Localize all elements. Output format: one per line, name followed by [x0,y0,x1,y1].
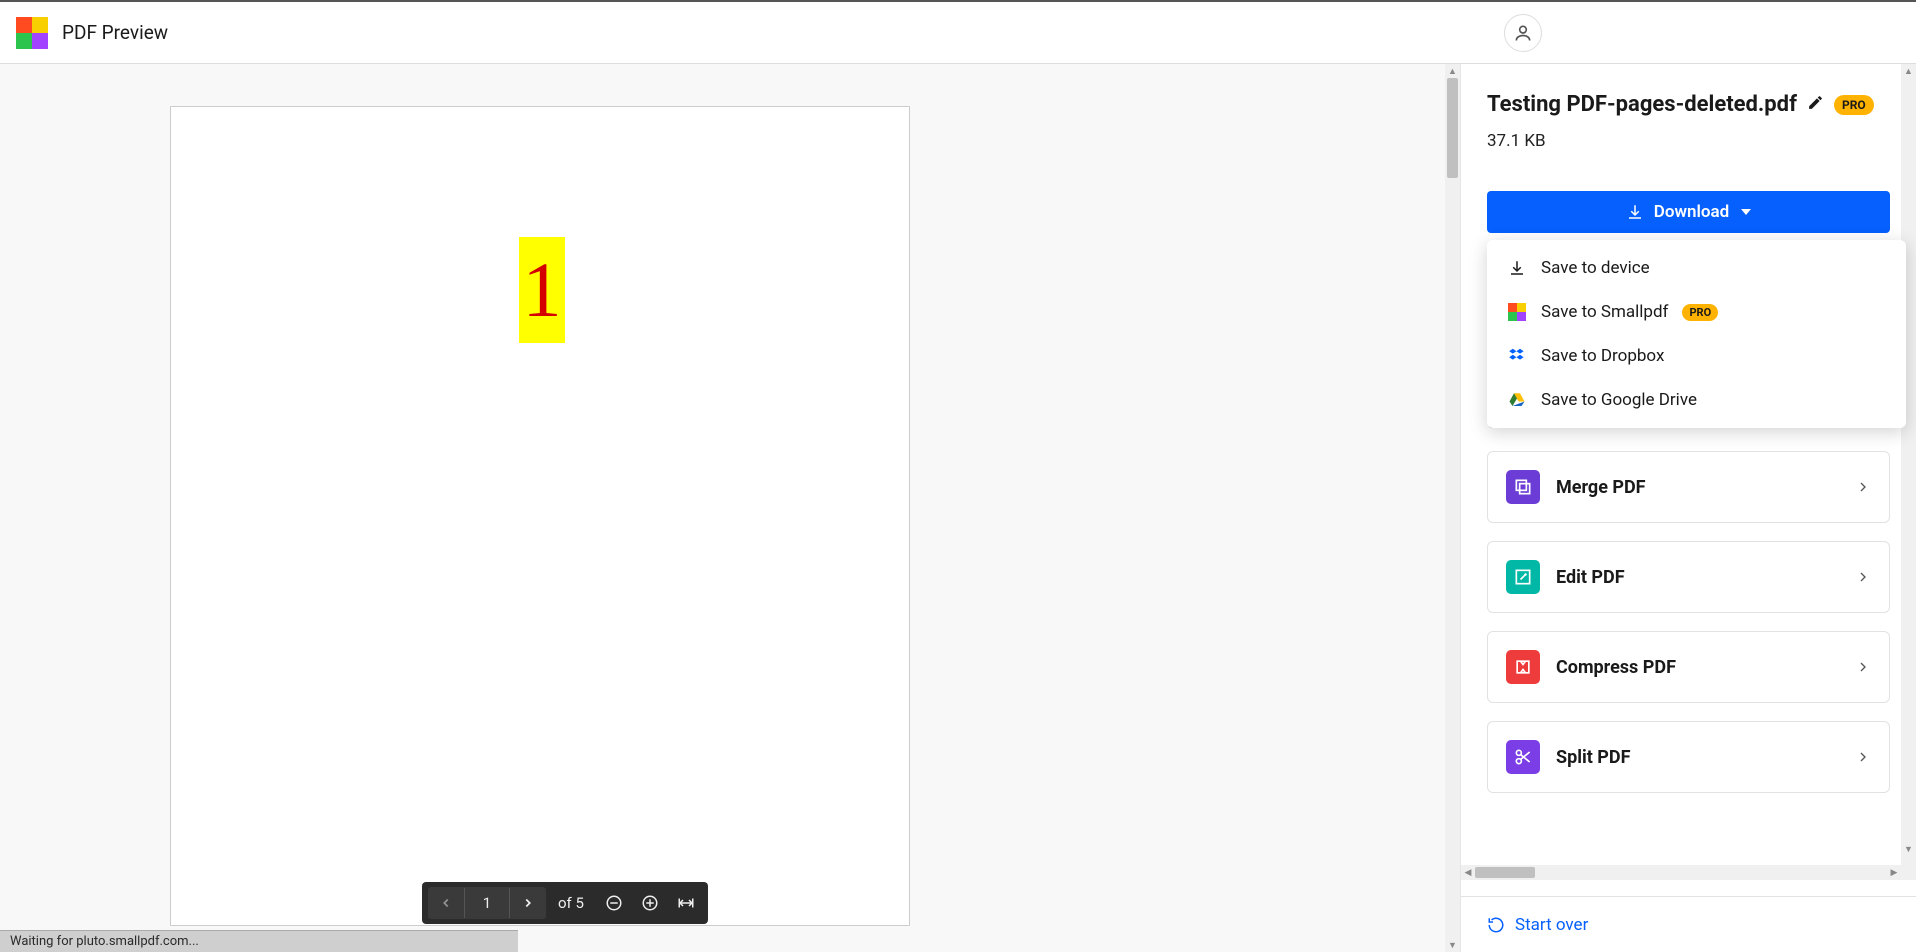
current-page-number[interactable]: 1 [464,888,510,918]
fit-width-icon [676,894,696,912]
smallpdf-logo-icon[interactable] [16,17,48,49]
download-label: Download [1654,202,1729,222]
tool-split-pdf[interactable]: Split PDF [1487,721,1890,793]
dropdown-save-to-device[interactable]: Save to device [1487,246,1906,290]
sidebar-vertical-scrollbar[interactable]: ▲ ▼ [1901,64,1916,880]
tool-compress-pdf[interactable]: Compress PDF [1487,631,1890,703]
browser-status-bar: Waiting for pluto.smallpdf.com... [0,930,518,952]
page-title: PDF Preview [62,21,168,44]
zoom-in-icon [641,894,659,912]
file-title-row: Testing PDF-pages-deleted.pdf PRO [1487,92,1890,117]
chevron-right-icon [1855,749,1871,765]
dropdown-save-to-smallpdf-label: Save to Smallpdf [1541,302,1668,322]
google-drive-icon [1507,390,1527,410]
pdf-preview-area: 1 1 of 5 ▲ [0,64,1461,952]
scrollbar-up-icon[interactable]: ▲ [1445,64,1460,78]
start-over-link[interactable]: Start over [1515,915,1588,935]
chevron-right-icon [1855,479,1871,495]
next-page-button[interactable] [512,887,544,919]
chevron-right-icon [521,896,535,910]
page-content-number: 1 [519,237,565,343]
file-name: Testing PDF-pages-deleted.pdf [1487,92,1797,117]
caret-down-icon [1741,209,1751,215]
tool-split-label: Split PDF [1556,747,1839,768]
zoom-out-button[interactable] [598,887,630,919]
dropdown-save-to-dropbox-label: Save to Dropbox [1541,346,1664,366]
edit-pdf-icon [1506,560,1540,594]
prev-page-button[interactable] [430,887,462,919]
app-header: PDF Preview [0,2,1916,64]
dropdown-save-to-smallpdf[interactable]: Save to Smallpdf PRO [1487,290,1906,334]
user-icon [1513,23,1533,43]
pencil-icon [1807,94,1824,111]
zoom-in-button[interactable] [634,887,666,919]
download-button[interactable]: Download [1487,191,1890,233]
smallpdf-logo-icon [1507,302,1527,322]
page-navigation-toolbar: 1 of 5 [422,882,708,924]
dropbox-icon [1507,346,1527,366]
sidebar-horizontal-scrollbar[interactable]: ◀ ▶ [1461,865,1901,880]
merge-icon [1506,470,1540,504]
scrollbar-down-icon[interactable]: ▼ [1445,938,1460,952]
scrollbar-up-icon[interactable]: ▲ [1901,64,1916,78]
chevron-right-icon [1855,569,1871,585]
download-dropdown: Save to device Save to Smallpdf PRO Save… [1487,240,1906,428]
download-icon [1507,258,1527,278]
pro-badge: PRO [1682,304,1718,321]
pro-badge: PRO [1834,95,1874,115]
chevron-right-icon [1855,659,1871,675]
rename-button[interactable] [1807,94,1824,115]
header-left: PDF Preview [16,17,168,49]
sidebar-inner: Testing PDF-pages-deleted.pdf PRO 37.1 K… [1461,64,1916,793]
account-button[interactable] [1504,14,1542,52]
scrollbar-left-icon[interactable]: ◀ [1461,865,1475,880]
tool-merge-label: Merge PDF [1556,477,1839,498]
tool-merge-pdf[interactable]: Merge PDF [1487,451,1890,523]
dropdown-save-to-google-drive-label: Save to Google Drive [1541,390,1697,410]
page-nav-pill: 1 [428,887,546,919]
tool-edit-pdf[interactable]: Edit PDF [1487,541,1890,613]
chevron-left-icon [439,896,453,910]
zoom-out-icon [605,894,623,912]
compress-icon [1506,650,1540,684]
fit-width-button[interactable] [670,887,702,919]
scrollbar-right-icon[interactable]: ▶ [1887,865,1901,880]
pdf-page[interactable]: 1 [170,106,910,926]
download-icon [1626,203,1644,221]
scrollbar-down-icon[interactable]: ▼ [1901,842,1916,856]
file-size: 37.1 KB [1487,131,1890,151]
status-text: Waiting for pluto.smallpdf.com... [10,934,199,949]
tool-edit-label: Edit PDF [1556,567,1839,588]
start-over-bar: Start over [1461,896,1916,952]
dropdown-save-to-google-drive[interactable]: Save to Google Drive [1487,378,1906,422]
preview-vertical-scrollbar[interactable]: ▲ ▼ [1445,64,1460,952]
total-pages-label: of 5 [548,894,596,912]
right-sidebar: Testing PDF-pages-deleted.pdf PRO 37.1 K… [1461,64,1916,952]
tool-compress-label: Compress PDF [1556,657,1839,678]
content: 1 1 of 5 ▲ [0,64,1916,952]
dropdown-save-to-dropbox[interactable]: Save to Dropbox [1487,334,1906,378]
restart-icon [1487,916,1505,934]
dropdown-save-to-device-label: Save to device [1541,258,1650,278]
scrollbar-thumb[interactable] [1447,78,1458,178]
scrollbar-thumb[interactable] [1475,867,1535,878]
split-icon [1506,740,1540,774]
